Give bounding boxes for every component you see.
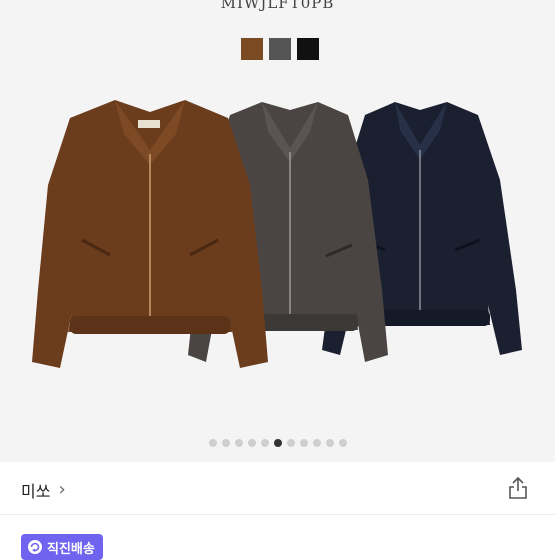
carousel-dot[interactable] <box>312 439 321 447</box>
carousel-dot[interactable] <box>221 439 230 447</box>
carousel-dot[interactable] <box>325 439 334 447</box>
carousel-dot[interactable] <box>234 439 243 447</box>
swatch-brown[interactable] <box>241 38 263 60</box>
jacket-product-image <box>32 100 522 368</box>
brown-suede-jacket <box>32 100 268 368</box>
carousel-dot[interactable] <box>260 439 269 447</box>
color-swatches <box>241 38 319 60</box>
carousel-dot-active[interactable] <box>273 439 282 447</box>
share-icon[interactable] <box>507 476 529 500</box>
carousel-indicator[interactable] <box>0 439 555 447</box>
swatch-black[interactable] <box>297 38 319 60</box>
chevron-right-icon: › <box>58 479 66 500</box>
model-code: MIWJLFT0PB <box>220 0 335 12</box>
carousel-dot[interactable] <box>299 439 308 447</box>
store-link[interactable]: 미쏘 › <box>21 478 66 502</box>
carousel-dot[interactable] <box>247 439 256 447</box>
store-bar: 미쏘 › <box>0 462 555 515</box>
carousel-dot[interactable] <box>208 439 217 447</box>
badge-label: 직진배송 <box>47 541 95 557</box>
carousel-dot[interactable] <box>338 439 347 447</box>
carousel-dot[interactable] <box>286 439 295 447</box>
swatch-gray[interactable] <box>269 38 291 60</box>
direct-shipping-badge: 직진배송 <box>21 534 103 560</box>
refresh-arrow-icon <box>28 540 42 554</box>
product-image-gallery[interactable]: MIWJLFT0PB <box>0 0 555 462</box>
store-name: 미쏘 <box>21 482 51 501</box>
